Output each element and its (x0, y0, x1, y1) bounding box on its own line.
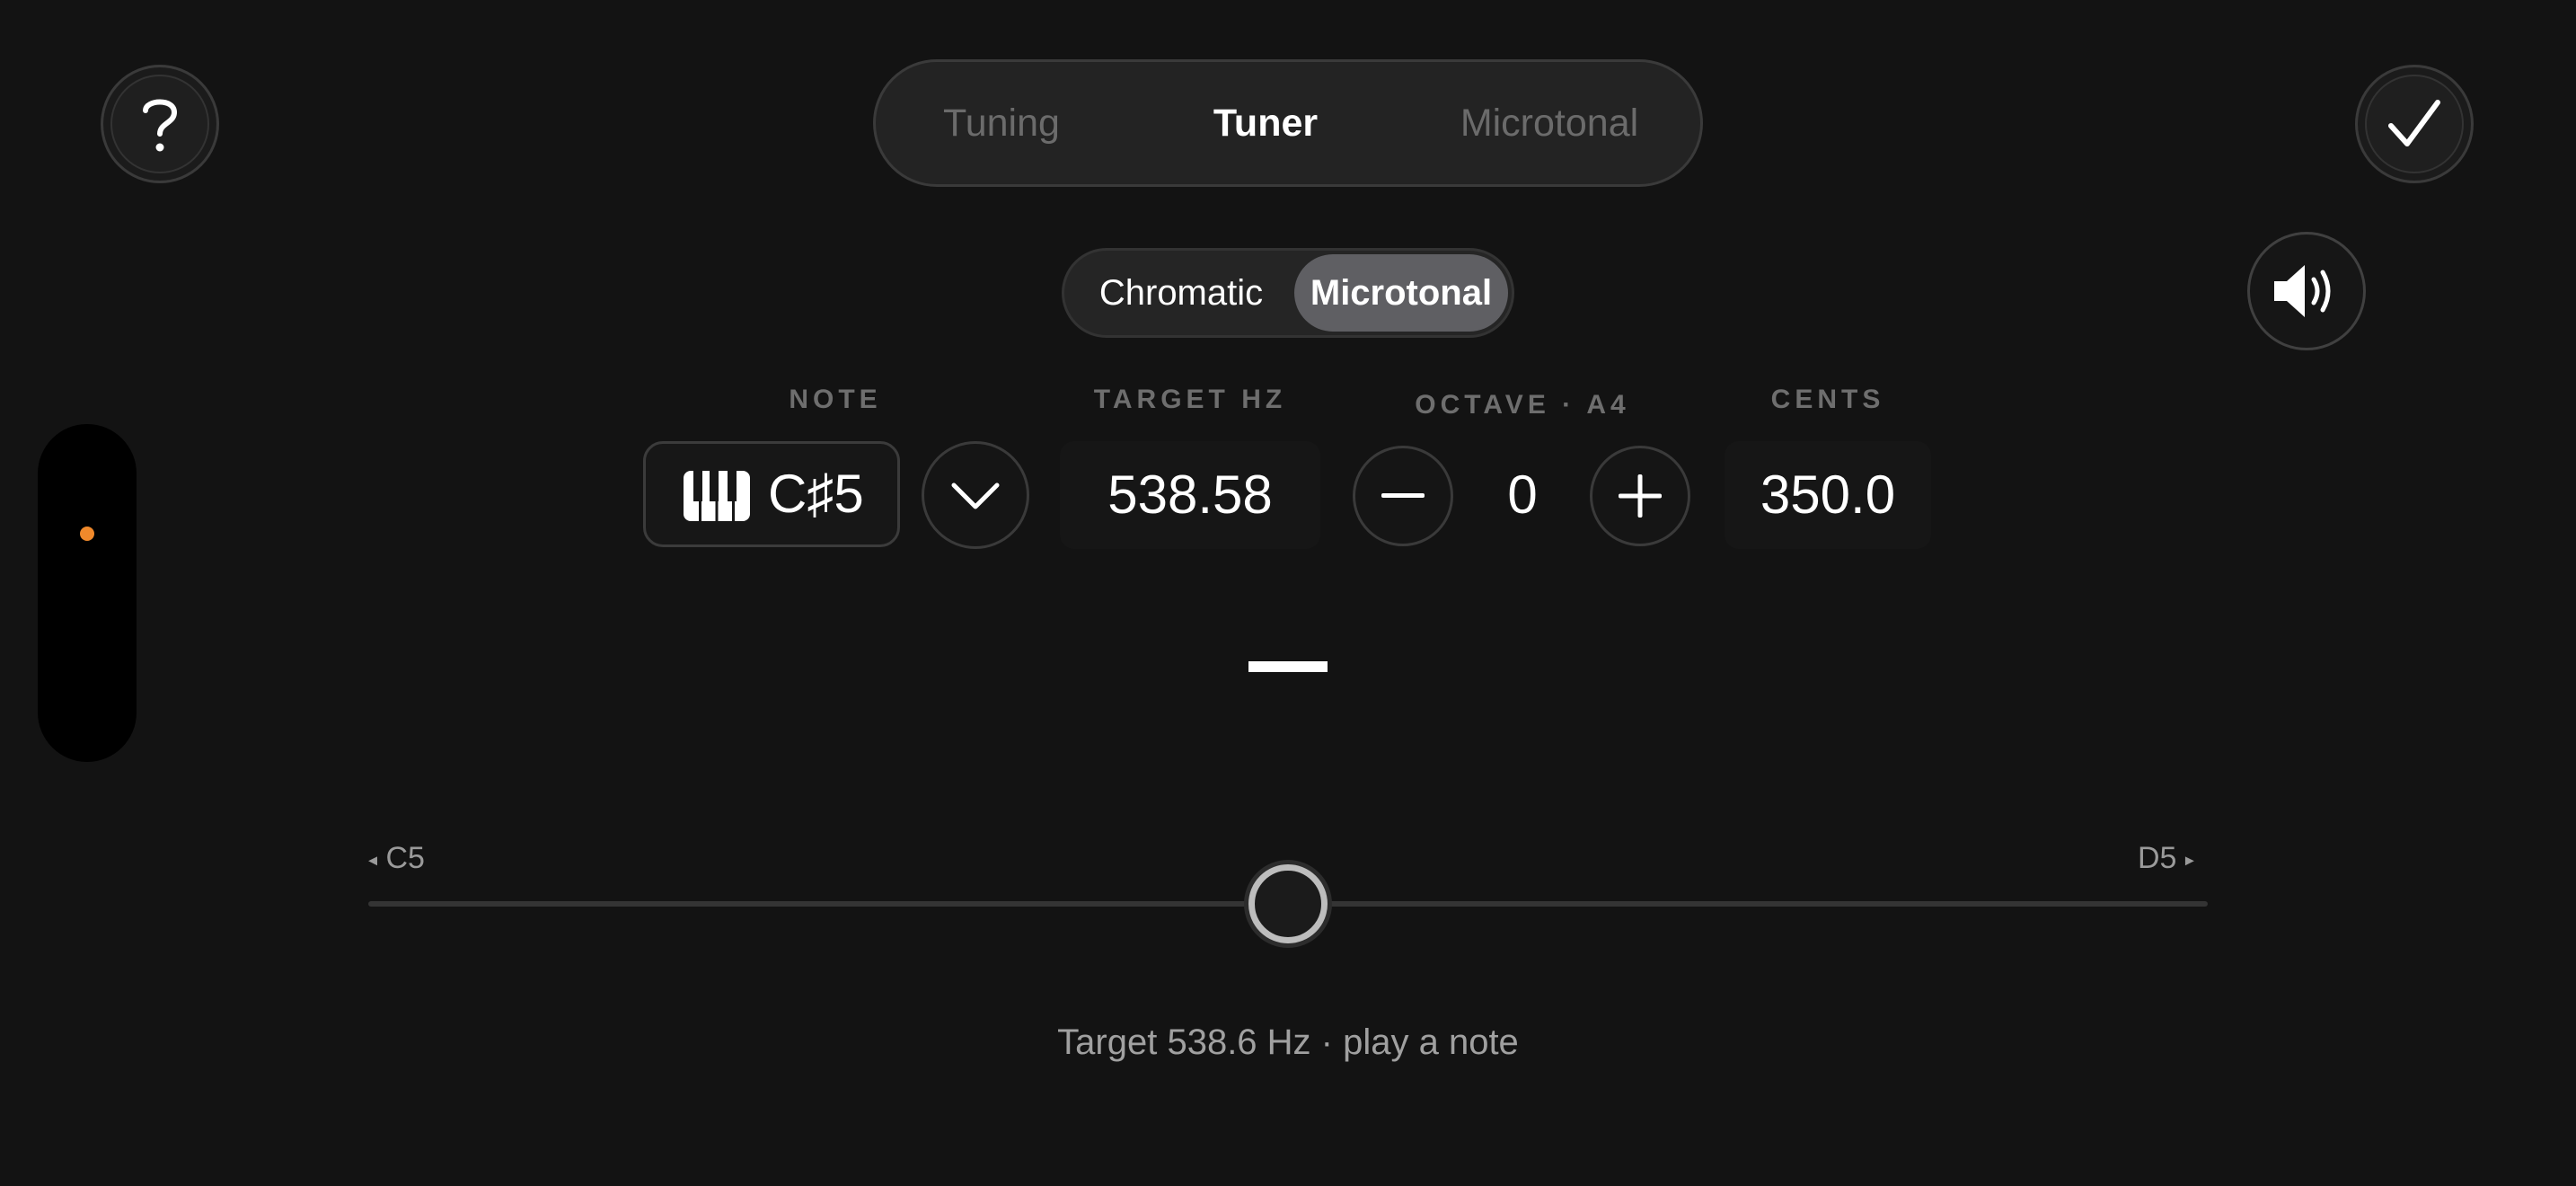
mode-chromatic[interactable]: Chromatic (1073, 254, 1289, 332)
pitch-needle (1248, 661, 1328, 672)
top-segmented-control: Tuning Tuner Microtonal (873, 59, 1703, 187)
minus-icon (1381, 493, 1425, 498)
tab-microtonal[interactable]: Microtonal (1424, 62, 1675, 184)
checkmark-icon (2388, 100, 2440, 146)
note-selector-button[interactable]: C♯5 (643, 441, 900, 547)
octave-increment-button[interactable] (1590, 446, 1690, 546)
cents-value[interactable]: 350.0 (1725, 441, 1931, 549)
slider-right-note: D5 ▸ (2138, 841, 2194, 875)
status-text: Target 538.6 Hz · play a note (1057, 1022, 1519, 1062)
speaker-icon (2274, 265, 2331, 317)
chevron-down-icon (951, 482, 1000, 509)
mode-microtonal[interactable]: Microtonal (1294, 254, 1508, 332)
input-level-meter (38, 424, 137, 762)
note-value: C♯5 (768, 464, 864, 524)
confirm-button[interactable] (2355, 65, 2474, 183)
sound-button[interactable] (2247, 232, 2366, 350)
plus-icon (1619, 474, 1662, 518)
tuner-mode-toggle: Chromatic Microtonal (1062, 248, 1514, 338)
target-hz-label: TARGET HZ (1093, 385, 1287, 414)
tab-tuner[interactable]: Tuner (1163, 62, 1368, 184)
question-mark-icon (143, 99, 178, 152)
note-label: NOTE (789, 385, 882, 414)
level-indicator-dot (80, 527, 94, 541)
note-dropdown-button[interactable] (922, 441, 1029, 549)
help-button[interactable] (101, 65, 219, 183)
caret-right-icon: ▸ (2184, 850, 2194, 871)
target-hz-value[interactable]: 538.58 (1060, 441, 1320, 549)
tab-tuning[interactable]: Tuning (912, 62, 1091, 184)
slider-left-note: ◂ C5 (368, 841, 425, 875)
piano-keys-icon (684, 471, 750, 521)
octave-decrement-button[interactable] (1353, 446, 1453, 546)
caret-left-icon: ◂ (368, 850, 378, 871)
octave-value: 0 (1507, 465, 1538, 525)
pitch-slider-knob[interactable] (1248, 864, 1328, 943)
octave-label: OCTAVE · A4 (1415, 390, 1630, 420)
cents-label: CENTS (1770, 385, 1885, 414)
